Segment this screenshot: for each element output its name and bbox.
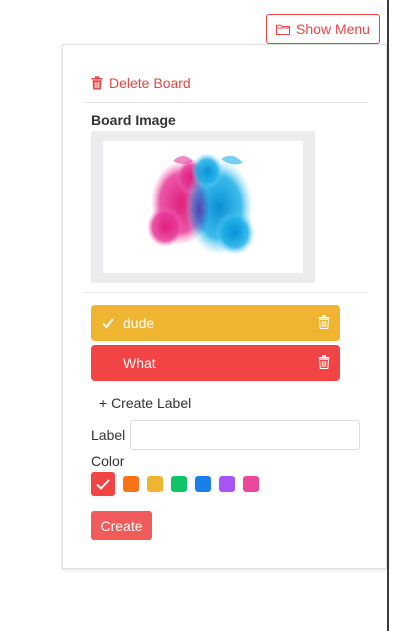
label-item-what[interactable]: What — [91, 345, 340, 381]
delete-board-label: Delete Board — [109, 75, 191, 91]
board-image-frame[interactable] — [91, 131, 315, 283]
show-menu-button[interactable]: Show Menu — [266, 14, 380, 44]
label-name: What — [123, 355, 156, 371]
label-item-dude[interactable]: dude — [91, 305, 340, 341]
check-icon — [102, 318, 114, 329]
create-button[interactable]: Create — [91, 511, 152, 540]
color-swatch-orange[interactable] — [123, 476, 139, 492]
folder-icon — [276, 24, 291, 35]
color-swatch-blue[interactable] — [195, 476, 211, 492]
board-image-title: Board Image — [91, 112, 176, 128]
show-menu-label: Show Menu — [296, 21, 370, 37]
color-swatch-red[interactable] — [91, 472, 115, 496]
ink-splash-image — [147, 153, 255, 255]
trash-icon[interactable] — [318, 315, 330, 329]
board-image — [103, 141, 303, 273]
check-icon — [96, 479, 110, 490]
trash-icon — [91, 76, 103, 90]
board-menu-panel: Delete Board Board Image dude What + Cre… — [62, 44, 387, 569]
window-border — [387, 0, 389, 631]
label-name: dude — [123, 315, 155, 331]
trash-icon[interactable] — [318, 355, 330, 369]
create-label-button[interactable]: + Create Label — [99, 395, 191, 411]
delete-board-button[interactable]: Delete Board — [91, 75, 191, 91]
color-swatch-pink[interactable] — [243, 476, 259, 492]
divider — [83, 292, 368, 293]
label-name-input[interactable] — [130, 420, 360, 450]
label-field-label: Label — [91, 427, 126, 443]
color-swatch-purple[interactable] — [219, 476, 235, 492]
color-field-label: Color — [91, 453, 125, 469]
divider — [83, 102, 368, 103]
window-edge — [389, 0, 401, 631]
color-swatch-green[interactable] — [171, 476, 187, 492]
color-swatch-yellow[interactable] — [147, 476, 163, 492]
